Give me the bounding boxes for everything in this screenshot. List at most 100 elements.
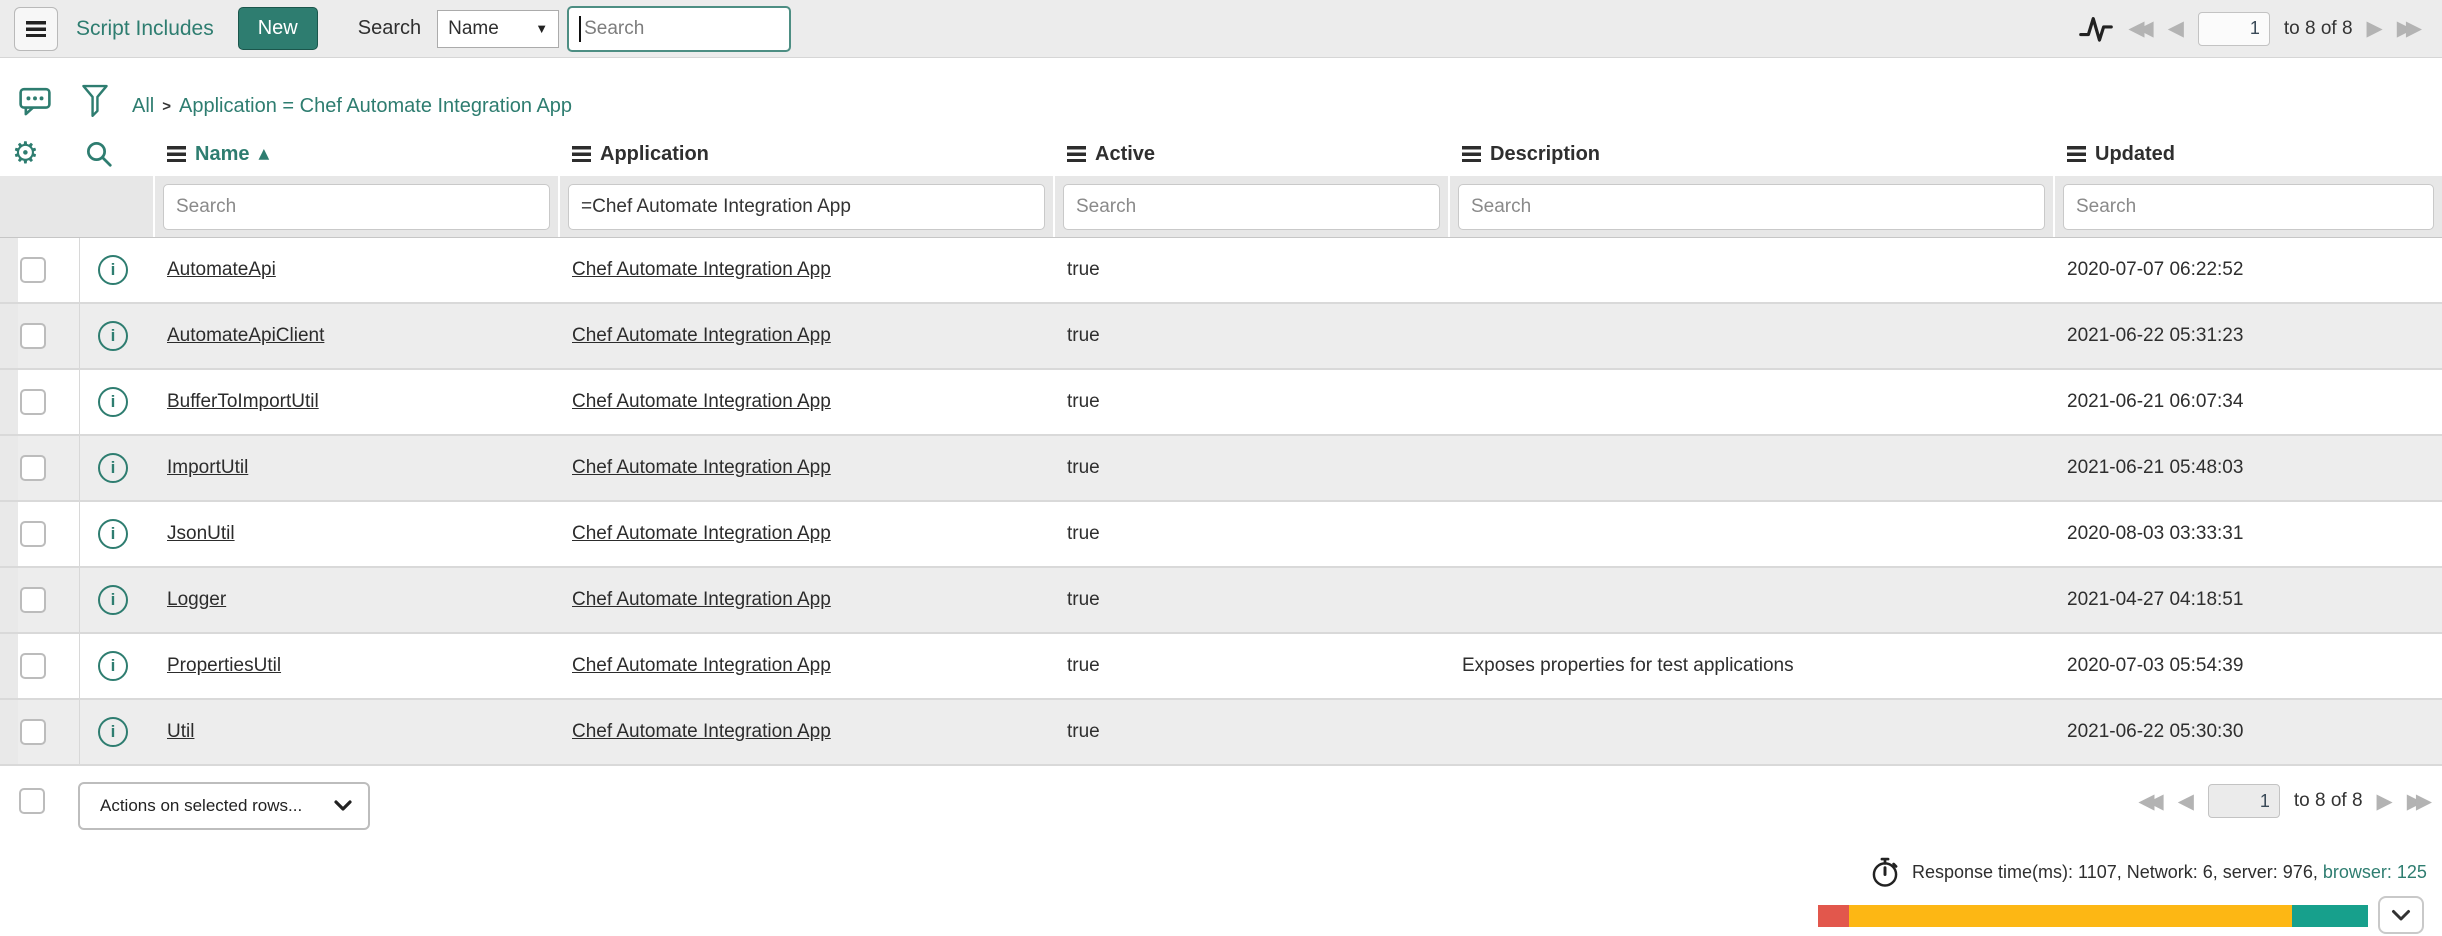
- record-description-value: [1450, 523, 1462, 544]
- record-updated-value: 2020-07-03 05:54:39: [2055, 655, 2243, 676]
- filter-input-application[interactable]: [568, 184, 1045, 230]
- record-name-link[interactable]: Logger: [155, 589, 226, 611]
- page-title: Script Includes: [76, 17, 214, 41]
- column-header-updated[interactable]: Updated: [2055, 143, 2442, 166]
- column-header-name[interactable]: Name ▲: [155, 143, 560, 166]
- record-name-link[interactable]: JsonUtil: [155, 523, 235, 545]
- response-time-text: Response time(ms): 1107, Network: 6, ser…: [1912, 862, 2318, 882]
- record-name-link[interactable]: PropertiesUtil: [155, 655, 281, 677]
- record-active-value: true: [1055, 721, 1100, 742]
- first-page-icon[interactable]: ◀◀: [2128, 18, 2146, 39]
- column-menu-icon: [2067, 146, 2086, 162]
- column-search-icon[interactable]: [84, 139, 114, 169]
- info-icon[interactable]: i: [98, 585, 128, 615]
- page-number-input[interactable]: [2208, 784, 2280, 818]
- row-range-label: to 8 of 8: [2284, 18, 2353, 40]
- gear-icon[interactable]: ⚙: [12, 139, 39, 169]
- info-icon[interactable]: i: [98, 321, 128, 351]
- record-description-value: [1450, 259, 1462, 280]
- record-description-value: [1450, 325, 1462, 346]
- last-page-icon[interactable]: ▶▶: [2407, 791, 2425, 812]
- info-icon[interactable]: i: [98, 255, 128, 285]
- row-checkbox[interactable]: [20, 257, 46, 283]
- sort-ascending-icon: ▲: [258, 146, 269, 162]
- record-application-link[interactable]: Chef Automate Integration App: [560, 523, 831, 545]
- record-updated-value: 2020-08-03 03:33:31: [2055, 523, 2243, 544]
- search-column-select[interactable]: Name ▼: [437, 10, 559, 48]
- row-gutter: [0, 370, 18, 434]
- hamburger-icon: [26, 21, 46, 37]
- record-updated-value: 2021-06-22 05:30:30: [2055, 721, 2243, 742]
- search-input[interactable]: [567, 6, 791, 52]
- chat-bubble-icon[interactable]: [18, 85, 52, 117]
- record-name-link[interactable]: AutomateApiClient: [155, 325, 324, 347]
- record-application-link[interactable]: Chef Automate Integration App: [560, 589, 831, 611]
- filter-funnel-icon[interactable]: [80, 83, 110, 117]
- column-header-description[interactable]: Description: [1450, 143, 2055, 166]
- response-timing-bar: [1818, 905, 2368, 927]
- info-icon[interactable]: i: [98, 387, 128, 417]
- actions-on-selected-rows-select[interactable]: Actions on selected rows...: [78, 782, 370, 830]
- row-checkbox[interactable]: [20, 389, 46, 415]
- column-header-active[interactable]: Active: [1055, 143, 1450, 166]
- row-gutter: [0, 634, 18, 698]
- record-application-link[interactable]: Chef Automate Integration App: [560, 391, 831, 413]
- info-icon[interactable]: i: [98, 519, 128, 549]
- breadcrumb-filter-link[interactable]: Application = Chef Automate Integration …: [179, 95, 572, 118]
- record-name-link[interactable]: ImportUtil: [155, 457, 248, 479]
- previous-page-icon[interactable]: ◀: [2168, 18, 2184, 39]
- info-icon[interactable]: i: [98, 717, 128, 747]
- row-checkbox[interactable]: [20, 521, 46, 547]
- collapse-stats-button[interactable]: [2378, 896, 2424, 934]
- row-checkbox[interactable]: [20, 323, 46, 349]
- filter-input-description[interactable]: [1458, 184, 2045, 230]
- row-gutter: [0, 700, 18, 764]
- record-application-link[interactable]: Chef Automate Integration App: [560, 655, 831, 677]
- new-button[interactable]: New: [238, 7, 318, 50]
- chevron-down-icon: ▼: [535, 21, 548, 36]
- info-icon[interactable]: i: [98, 651, 128, 681]
- filter-lead-cell: [0, 176, 155, 237]
- list-menu-button[interactable]: [14, 7, 58, 51]
- next-page-icon[interactable]: ▶: [2367, 18, 2383, 39]
- record-application-link[interactable]: Chef Automate Integration App: [560, 457, 831, 479]
- row-checkbox[interactable]: [20, 587, 46, 613]
- list-footer: Actions on selected rows... ◀◀ ◀ to 8 of…: [0, 766, 2442, 850]
- record-active-value: true: [1055, 325, 1100, 346]
- top-toolbar: Script Includes New Search Name ▼ ◀◀ ◀ t…: [0, 0, 2442, 58]
- filter-input-name[interactable]: [163, 184, 550, 230]
- info-icon[interactable]: i: [98, 453, 128, 483]
- record-application-link[interactable]: Chef Automate Integration App: [560, 721, 831, 743]
- column-menu-icon: [1462, 146, 1481, 162]
- record-application-link[interactable]: Chef Automate Integration App: [560, 259, 831, 281]
- record-name-link[interactable]: BufferToImportUtil: [155, 391, 319, 413]
- first-page-icon[interactable]: ◀◀: [2138, 791, 2156, 812]
- record-application-link[interactable]: Chef Automate Integration App: [560, 325, 831, 347]
- browser-time-link[interactable]: browser: 125: [2323, 862, 2427, 882]
- row-gutter: [0, 304, 18, 368]
- previous-page-icon[interactable]: ◀: [2178, 791, 2194, 812]
- row-checkbox[interactable]: [20, 719, 46, 745]
- next-page-icon[interactable]: ▶: [2377, 791, 2393, 812]
- page-number-input[interactable]: [2198, 12, 2270, 46]
- response-time-stats: Response time(ms): 1107, Network: 6, ser…: [1870, 856, 2427, 888]
- filter-input-active[interactable]: [1063, 184, 1440, 230]
- table-row: i ImportUtil Chef Automate Integration A…: [0, 436, 2442, 502]
- row-checkbox[interactable]: [20, 455, 46, 481]
- row-range-label: to 8 of 8: [2294, 790, 2363, 812]
- last-page-icon[interactable]: ▶▶: [2397, 18, 2415, 39]
- record-name-link[interactable]: Util: [155, 721, 194, 743]
- record-description-value: [1450, 721, 1462, 742]
- timing-segment-server: [1849, 905, 2292, 927]
- table-row: i BufferToImportUtil Chef Automate Integ…: [0, 370, 2442, 436]
- footer-pagination: ◀◀ ◀ to 8 of 8 ▶ ▶▶: [2138, 784, 2432, 818]
- record-active-value: true: [1055, 655, 1100, 676]
- activity-pulse-icon[interactable]: [2078, 12, 2114, 46]
- row-checkbox[interactable]: [20, 653, 46, 679]
- column-header-application[interactable]: Application: [560, 143, 1055, 166]
- breadcrumb-all-link[interactable]: All: [132, 95, 154, 118]
- record-name-link[interactable]: AutomateApi: [155, 259, 276, 281]
- search-label: Search: [358, 17, 421, 40]
- filter-input-updated[interactable]: [2063, 184, 2434, 230]
- select-all-checkbox[interactable]: [19, 788, 45, 814]
